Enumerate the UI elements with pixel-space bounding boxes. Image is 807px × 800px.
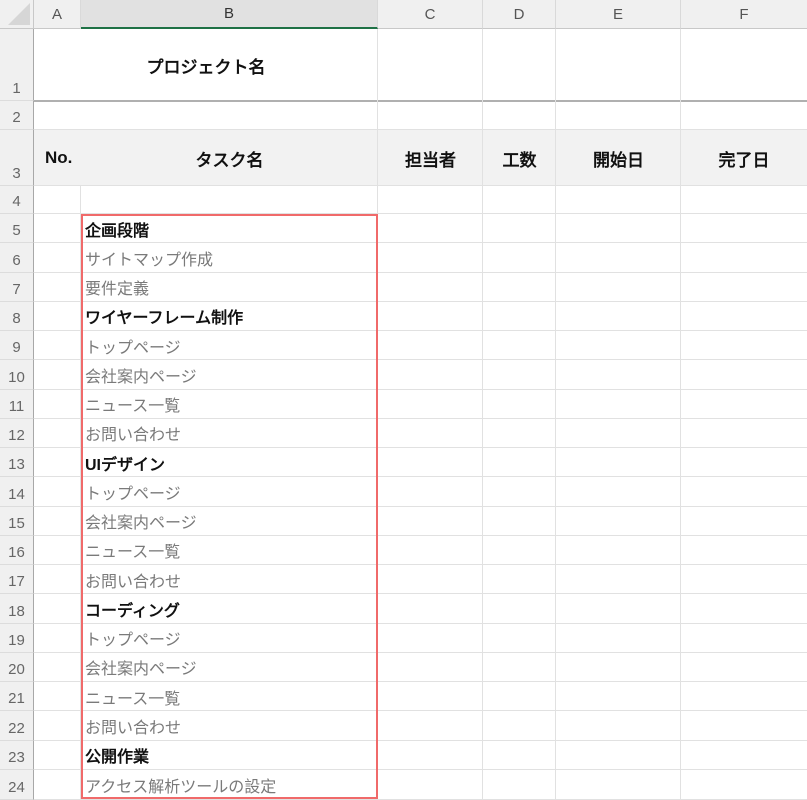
phase-cell[interactable]: ワイヤーフレーム制作 (81, 302, 378, 331)
header-end-date[interactable]: 完了日 (681, 130, 807, 186)
row-header[interactable]: 1 (0, 29, 34, 101)
row-header[interactable]: 16 (0, 535, 34, 565)
task-cell[interactable]: 会社案内ページ (81, 507, 378, 536)
column-header-c[interactable]: C (378, 0, 483, 29)
task-cell[interactable]: 要件定義 (81, 273, 378, 302)
column-header-d[interactable]: D (483, 0, 556, 29)
row-header[interactable]: 7 (0, 272, 34, 302)
row-header[interactable]: 14 (0, 477, 34, 507)
row-header[interactable]: 9 (0, 331, 34, 361)
header-task-name[interactable]: タスク名 (81, 130, 378, 186)
row-header[interactable]: 10 (0, 360, 34, 390)
row-header[interactable]: 11 (0, 389, 34, 419)
task-cell[interactable]: サイトマップ作成 (81, 243, 378, 272)
phase-cell[interactable]: 公開作業 (81, 741, 378, 770)
header-no[interactable]: No. (34, 130, 81, 186)
row-header[interactable]: 22 (0, 711, 34, 741)
row-header[interactable]: 8 (0, 301, 34, 331)
task-cell[interactable]: ニュース一覧 (81, 390, 378, 419)
task-cell[interactable]: トップページ (81, 477, 378, 506)
row-header[interactable]: 2 (0, 101, 34, 130)
task-cell[interactable]: ニュース一覧 (81, 536, 378, 565)
row-header[interactable]: 18 (0, 594, 34, 624)
column-header-b[interactable]: B (81, 0, 378, 29)
task-cell[interactable]: トップページ (81, 331, 378, 360)
row-header[interactable]: 23 (0, 740, 34, 770)
task-cell[interactable]: 会社案内ページ (81, 653, 378, 682)
phase-cell[interactable]: コーディング (81, 594, 378, 623)
task-cell[interactable]: トップページ (81, 624, 378, 653)
row-header[interactable]: 3 (0, 130, 34, 186)
column-header-a[interactable]: A (34, 0, 81, 29)
row-header[interactable]: 6 (0, 243, 34, 273)
row-header[interactable]: 15 (0, 506, 34, 536)
column-header-f[interactable]: F (681, 0, 807, 29)
select-all-corner[interactable] (0, 0, 34, 29)
header-start-date[interactable]: 開始日 (556, 130, 681, 186)
select-all-triangle-icon (8, 3, 30, 25)
row-header[interactable]: 17 (0, 565, 34, 595)
task-cell[interactable]: アクセス解析ツールの設定 (81, 770, 378, 800)
row-header[interactable]: 13 (0, 448, 34, 478)
phase-cell[interactable]: 企画段階 (81, 214, 378, 243)
row-header[interactable]: 12 (0, 418, 34, 448)
task-cell[interactable]: 会社案内ページ (81, 360, 378, 389)
row-header[interactable]: 4 (0, 186, 34, 214)
header-effort[interactable]: 工数 (483, 130, 556, 186)
row-header[interactable]: 19 (0, 623, 34, 653)
row-header[interactable]: 5 (0, 214, 34, 244)
row-header[interactable]: 20 (0, 652, 34, 682)
phase-cell[interactable]: UIデザイン (81, 448, 378, 477)
header-assignee[interactable]: 担当者 (378, 130, 483, 186)
project-name-cell[interactable]: プロジェクト名 (34, 29, 378, 101)
row-header[interactable]: 21 (0, 682, 34, 712)
task-cell[interactable]: お問い合わせ (81, 565, 378, 594)
task-cell[interactable]: お問い合わせ (81, 419, 378, 448)
row-header[interactable]: 24 (0, 769, 34, 800)
task-cell[interactable]: お問い合わせ (81, 711, 378, 740)
task-cell[interactable]: ニュース一覧 (81, 682, 378, 711)
column-header-e[interactable]: E (556, 0, 681, 29)
